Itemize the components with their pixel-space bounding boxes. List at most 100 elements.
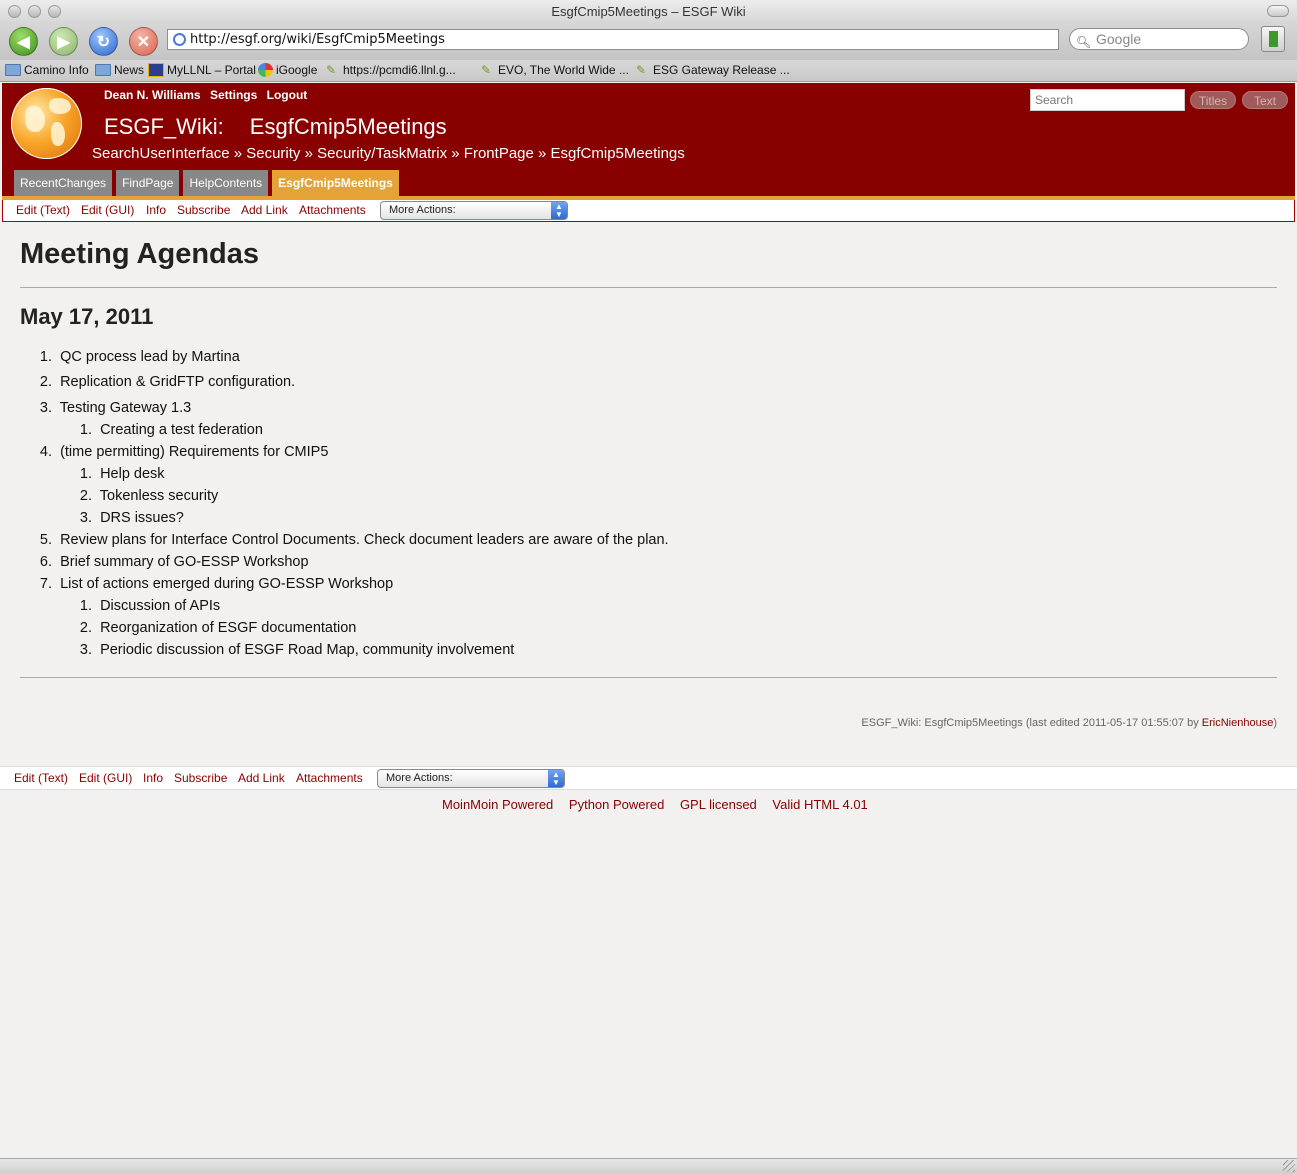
bookmark-evo[interactable]: ✎ EVO, The World Wide ...	[481, 63, 629, 77]
attachments-link[interactable]: Attachments	[296, 771, 363, 785]
forward-arrow-icon: ▶	[57, 33, 70, 51]
subscribe-link[interactable]: Subscribe	[177, 203, 230, 217]
edit-gui-link[interactable]: Edit (GUI)	[79, 771, 132, 785]
subscribe-link[interactable]: Subscribe	[174, 771, 227, 785]
leaf-icon: ✎	[326, 63, 337, 77]
list-number: 2.	[39, 374, 52, 390]
address-bar[interactable]: http://esgf.org/wiki/EsgfCmip5Meetings	[167, 29, 1059, 50]
sub-list-item: 2. Tokenless security	[78, 488, 218, 504]
back-arrow-icon: ◀	[17, 33, 30, 51]
tab-help-contents[interactable]: HelpContents	[183, 170, 269, 196]
add-link-link[interactable]: Add Link	[241, 203, 288, 217]
info-link[interactable]: Info	[146, 203, 166, 217]
editor-link[interactable]: EricNienhouse	[1202, 717, 1274, 729]
bookmarks-button[interactable]	[1261, 26, 1285, 52]
logout-link[interactable]: Logout	[267, 88, 308, 102]
back-button[interactable]: ◀	[9, 27, 38, 56]
site-name-link[interactable]: ESGF_Wiki:	[104, 114, 224, 139]
list-text: Testing Gateway 1.3	[59, 400, 192, 416]
more-actions-select[interactable]: More Actions: ▲ ▼	[380, 201, 568, 220]
bookmark-label: ESG Gateway Release ...	[653, 63, 790, 77]
list-item: 2. Replication & GridFTP configuration.	[38, 374, 295, 390]
status-bar	[0, 1158, 1297, 1174]
gpl-link[interactable]: GPL licensed	[680, 797, 757, 812]
list-number: 4.	[39, 444, 52, 460]
zoom-window-button[interactable]	[48, 5, 61, 18]
reload-button[interactable]: ↻	[89, 27, 118, 56]
stop-icon: ✕	[136, 33, 151, 51]
list-item: 4. (time permitting) Requirements for CM…	[38, 444, 328, 460]
list-text: Review plans for Interface Control Docum…	[60, 532, 669, 548]
section-heading: May 17, 2011	[20, 304, 154, 329]
more-actions-label: More Actions:	[386, 772, 453, 784]
globe-icon	[173, 33, 186, 46]
more-actions-select[interactable]: More Actions: ▲ ▼	[377, 769, 565, 788]
titles-search-button[interactable]: Titles	[1190, 91, 1236, 109]
valid-html-link[interactable]: Valid HTML 4.01	[772, 797, 867, 812]
list-text: List of actions emerged during GO-ESSP W…	[60, 576, 394, 592]
bookmark-camino-info[interactable]: Camino Info	[5, 63, 89, 77]
page-name-link[interactable]: EsgfCmip5Meetings	[250, 114, 447, 139]
text-search-button[interactable]: Text	[1242, 91, 1288, 109]
stop-button[interactable]: ✕	[129, 27, 158, 56]
sub-list-item: 3. Periodic discussion of ESGF Road Map,…	[78, 642, 514, 658]
leaf-icon: ✎	[481, 63, 492, 77]
attachments-link[interactable]: Attachments	[299, 203, 366, 217]
minimize-window-button[interactable]	[28, 5, 41, 18]
list-number: 5.	[39, 532, 52, 548]
tab-current-page[interactable]: EsgfCmip5Meetings	[272, 170, 399, 196]
sub-list-item: 1. Creating a test federation	[78, 422, 263, 438]
add-link-link[interactable]: Add Link	[238, 771, 285, 785]
sub-list-item: 3. DRS issues?	[78, 510, 184, 526]
edit-text-link[interactable]: Edit (Text)	[16, 203, 70, 217]
list-item: 7. List of actions emerged during GO-ESS…	[38, 576, 393, 592]
tab-find-page[interactable]: FindPage	[116, 170, 180, 196]
bookmark-icon	[1269, 31, 1278, 47]
llnl-icon	[148, 63, 164, 77]
list-number: 3.	[39, 400, 52, 416]
bookmark-pcmdi6[interactable]: ✎ https://pcmdi6.llnl.g...	[326, 63, 456, 77]
user-name-link[interactable]: Dean N. Williams	[104, 88, 201, 102]
bookmark-esg-gateway[interactable]: ✎ ESG Gateway Release ...	[636, 63, 790, 77]
tab-recent-changes[interactable]: RecentChanges	[14, 170, 113, 196]
settings-link[interactable]: Settings	[210, 88, 257, 102]
window-titlebar: EsgfCmip5Meetings – ESGF Wiki	[0, 0, 1297, 24]
sub-list-item: 1. Discussion of APIs	[78, 598, 220, 614]
list-number: 7.	[39, 576, 52, 592]
wiki-search-input[interactable]: Search	[1030, 89, 1185, 111]
esgf-globe-logo[interactable]	[11, 88, 82, 159]
page-info-close: )	[1273, 717, 1277, 729]
resize-grip-icon[interactable]	[1283, 1160, 1295, 1172]
footer-badges: MoinMoin Powered Python Powered GPL lice…	[442, 797, 880, 812]
edit-gui-link[interactable]: Edit (GUI)	[81, 203, 134, 217]
python-link[interactable]: Python Powered	[569, 797, 664, 812]
bookmark-label: https://pcmdi6.llnl.g...	[343, 63, 456, 77]
edit-bar-top: Edit (Text) Edit (GUI) Info Subscribe Ad…	[2, 200, 1295, 222]
list-number: 2.	[79, 620, 92, 636]
edit-text-link[interactable]: Edit (Text)	[14, 771, 68, 785]
bookmark-label: Camino Info	[24, 63, 89, 77]
list-number: 1.	[79, 598, 92, 614]
list-text: DRS issues?	[100, 510, 184, 526]
sub-list-item: 2. Reorganization of ESGF documentation	[78, 620, 356, 636]
reload-icon: ↻	[96, 33, 111, 51]
info-link[interactable]: Info	[143, 771, 163, 785]
bookmark-igoogle[interactable]: iGoogle	[258, 63, 317, 77]
breadcrumb[interactable]: SearchUserInterface » Security » Securit…	[92, 145, 685, 162]
select-arrows-icon: ▲ ▼	[548, 770, 564, 787]
moinmoin-link[interactable]: MoinMoin Powered	[442, 797, 553, 812]
bookmarks-bar: Camino Info News MyLLNL – Portal iGoogle…	[0, 60, 1297, 82]
forward-button[interactable]: ▶	[49, 27, 78, 56]
list-text: QC process lead by Martina	[60, 349, 240, 365]
bookmark-news[interactable]: News	[95, 63, 144, 77]
wiki-header: Dean N. Williams Settings Logout ESGF_Wi…	[2, 83, 1295, 196]
leaf-icon: ✎	[636, 63, 647, 77]
list-number: 1.	[79, 422, 92, 438]
navigation-tabs: RecentChanges FindPage HelpContents Esgf…	[14, 170, 403, 196]
bookmark-myllnl[interactable]: MyLLNL – Portal	[148, 63, 256, 77]
bookmark-label: iGoogle	[276, 63, 318, 77]
list-text: Brief summary of GO-ESSP Workshop	[60, 554, 309, 570]
close-window-button[interactable]	[8, 5, 21, 18]
toolbar-toggle-button[interactable]	[1267, 5, 1289, 17]
web-search-input[interactable]: 🔍︎ Google	[1069, 28, 1249, 50]
